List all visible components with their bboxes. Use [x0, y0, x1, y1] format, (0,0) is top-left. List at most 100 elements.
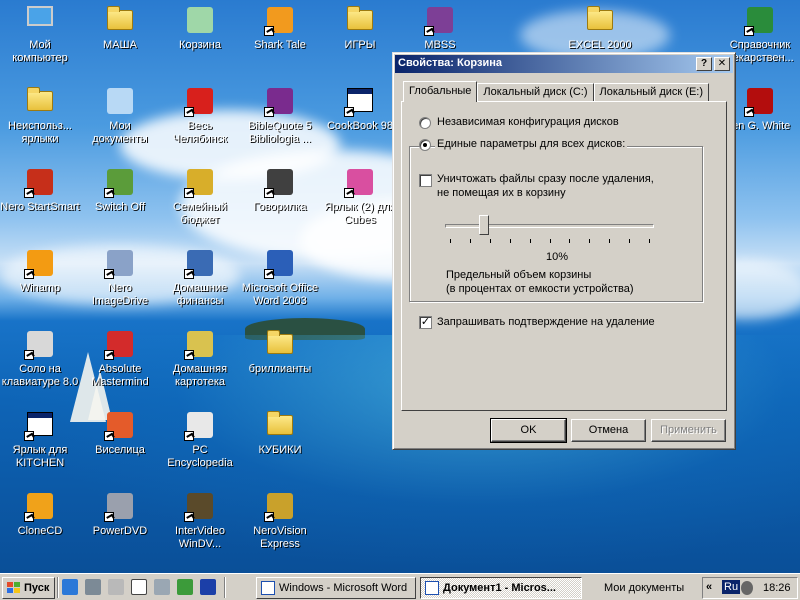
confirm-delete-checkbox[interactable]: ✓: [419, 316, 432, 329]
desktop-icon[interactable]: Корзина: [160, 4, 240, 52]
tab-global[interactable]: Глобальные: [403, 81, 478, 102]
desktop-icon[interactable]: ИГРЫ: [320, 4, 400, 52]
desktop-icon[interactable]: InterVideo WinDV...: [160, 490, 240, 551]
desktop-icon[interactable]: Microsoft Office Word 2003: [240, 247, 320, 308]
clock[interactable]: 18:26: [763, 582, 791, 594]
recycle-bin-icon: [184, 4, 216, 36]
windows-flag-icon: [7, 582, 20, 593]
my-computer-icon: [24, 4, 56, 36]
close-button[interactable]: ✕: [714, 57, 730, 71]
radio-common[interactable]: [419, 139, 431, 151]
desktop-icon[interactable]: NeroVision Express: [240, 490, 320, 551]
desktop-icon-label: Shark Tale: [254, 39, 306, 51]
app-window-icon: [24, 409, 56, 441]
desktop-icon-label: бриллианты: [248, 363, 312, 375]
desktop-icon[interactable]: MBSS: [400, 4, 480, 52]
slider-tick: [569, 239, 571, 243]
task-document1[interactable]: Документ1 - Micros...: [420, 577, 582, 599]
slider-tick: [649, 239, 650, 243]
desktop-icon[interactable]: PowerDVD: [80, 490, 160, 538]
desktop-icon[interactable]: Соло на клавиатуре 8.0: [0, 328, 80, 389]
slider-tick: [609, 239, 611, 243]
desktop-icon-label: Домашняя картотека: [172, 363, 228, 388]
desktop-icon[interactable]: Ярлык (2) для Cubes: [320, 166, 400, 227]
radio-independent-label[interactable]: Независимая конфигурация дисков: [437, 116, 619, 128]
show-desktop-icon[interactable]: [131, 579, 147, 595]
desktop-icon[interactable]: Nero ImageDrive: [80, 247, 160, 308]
desktop-icon[interactable]: BibleQuote 5 Bibliologia ...: [240, 85, 320, 146]
desktop-icon[interactable]: Мой компьютер: [0, 4, 80, 65]
desktop-icon[interactable]: Winamp: [0, 247, 80, 295]
desktop-icon[interactable]: Виселица: [80, 409, 160, 457]
quicklaunch-app-icon[interactable]: [154, 579, 170, 595]
slider-tick: [450, 239, 451, 243]
my-documents-toolbar[interactable]: Мои документы: [604, 582, 684, 594]
card-index-icon: [184, 328, 216, 360]
internet-explorer-icon[interactable]: [62, 579, 78, 595]
desktop-icon[interactable]: Мои документы: [80, 85, 160, 146]
desktop-icon[interactable]: Семейный бюджет: [160, 166, 240, 227]
start-button[interactable]: Пуск: [2, 577, 55, 599]
powerdvd-icon: [104, 490, 136, 522]
floppy-icon[interactable]: [200, 579, 216, 595]
desktop-icon[interactable]: CloneCD: [0, 490, 80, 538]
taskbar: Пуск Windows - Microsoft Word Документ1 …: [0, 573, 800, 600]
desktop-icon[interactable]: Говорилка: [240, 166, 320, 214]
desktop-icon-label: PowerDVD: [92, 525, 148, 537]
desktop-icon-label: Неиспольз... ярлыки: [8, 120, 72, 145]
ok-button[interactable]: OK: [490, 418, 567, 443]
radio-common-label[interactable]: Единые параметры для всех дисков:: [435, 138, 628, 150]
desktop-icon-label: Говорилка: [253, 201, 307, 213]
folder-icon: [264, 328, 296, 360]
desktop-icon[interactable]: EXCEL 2000: [560, 4, 640, 52]
tab-local-disk-c[interactable]: Локальный диск (C:): [477, 83, 594, 101]
tab-strip: Глобальные Локальный диск (C:) Локальный…: [403, 81, 710, 102]
tab-local-disk-e[interactable]: Локальный диск (E:): [593, 83, 710, 101]
quicklaunch-drive-icon[interactable]: [108, 579, 124, 595]
desktop-icon-label: Соло на клавиатуре 8.0: [1, 363, 79, 388]
tray-app-icon[interactable]: [741, 581, 753, 595]
apply-button[interactable]: Применить: [651, 419, 726, 442]
desktop-icon[interactable]: КУБИКИ: [240, 409, 320, 457]
pc-encyclopedia-icon: [184, 409, 216, 441]
desktop-icon[interactable]: Switch Off: [80, 166, 160, 214]
confirm-delete-label: Запрашивать подтверждение на удаление: [437, 316, 655, 328]
desktop-icon[interactable]: Весь Челябинск: [160, 85, 240, 146]
recycle-bin-properties-dialog: Свойства: Корзина ? ✕ Глобальные Локальн…: [392, 52, 736, 450]
delete-immediately-label-1: Уничтожать файлы сразу после удаления,: [437, 173, 654, 185]
desktop-icon[interactable]: бриллианты: [240, 328, 320, 376]
desktop-icon[interactable]: Неиспольз... ярлыки: [0, 85, 80, 146]
desktop-icon-label: Ярлык для KITCHEN: [12, 444, 68, 469]
delete-immediately-checkbox[interactable]: [419, 174, 432, 187]
size-slider-thumb[interactable]: [478, 215, 489, 235]
language-indicator[interactable]: Ru: [722, 580, 741, 594]
toolbar-chevron[interactable]: «: [706, 581, 712, 593]
desktop-icon[interactable]: Ярлык для KITCHEN: [0, 409, 80, 470]
mastermind-icon: [104, 328, 136, 360]
desktop-icon-label: Мои документы: [92, 120, 148, 145]
desktop-icon[interactable]: PC Encyclopedia: [160, 409, 240, 470]
folder-icon: [584, 4, 616, 36]
max-size-label-2: (в процентах от емкости устройства): [446, 283, 634, 295]
clonecd-icon: [24, 490, 56, 522]
size-slider-track[interactable]: [445, 224, 654, 228]
desktop-icon[interactable]: CookBook 98: [320, 85, 400, 133]
desktop-icon[interactable]: Nero StartSmart: [0, 166, 80, 214]
radio-independent[interactable]: [419, 117, 431, 129]
quicklaunch-tool-icon[interactable]: [85, 579, 101, 595]
help-button[interactable]: ?: [696, 57, 712, 71]
task-word-windows[interactable]: Windows - Microsoft Word: [256, 577, 416, 599]
desktop-icon[interactable]: Домашние финансы: [160, 247, 240, 308]
folder-icon: [104, 4, 136, 36]
quicklaunch-chart-icon[interactable]: [177, 579, 193, 595]
desktop-icon[interactable]: Absolute Mastermind: [80, 328, 160, 389]
desktop-icon[interactable]: Домашняя картотека: [160, 328, 240, 389]
abc-blocks-icon: [104, 409, 136, 441]
cancel-button[interactable]: Отмена: [571, 419, 646, 442]
desktop-icon[interactable]: Shark Tale: [240, 4, 320, 52]
desktop-icon-label: Мой компьютер: [12, 39, 68, 64]
desktop-icon-label: Весь Челябинск: [172, 120, 228, 145]
desktop-icon[interactable]: МАША: [80, 4, 160, 52]
desktop-icon-label: EXCEL 2000: [568, 39, 632, 51]
dialog-titlebar[interactable]: Свойства: Корзина ? ✕: [395, 55, 733, 73]
